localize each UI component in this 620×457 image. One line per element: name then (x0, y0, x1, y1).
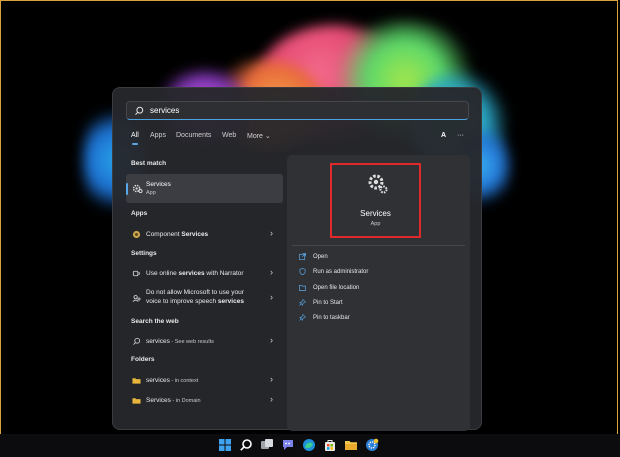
gear-icon (132, 184, 143, 194)
component-services-icon (132, 230, 141, 239)
app-result-component-services[interactable]: Component Services › (126, 228, 283, 241)
web-result-label: services - See web results (146, 338, 214, 345)
folder-result-label: Services - in Domain (146, 397, 201, 404)
setting-result-speech[interactable]: Do not allow Microsoft to use your voice… (126, 288, 283, 310)
gear-icon (368, 174, 388, 194)
chevron-right-icon: › (270, 292, 273, 302)
account-button[interactable]: A (441, 132, 446, 139)
folder-result-label: services - in context (146, 377, 199, 384)
settings-icon[interactable] (365, 438, 379, 452)
chevron-right-icon: › (270, 228, 273, 238)
app-result-label: Component Services (146, 231, 209, 238)
speech-privacy-icon (132, 295, 141, 302)
open-icon (299, 253, 306, 260)
setting-result-label-line2: voice to improve speech services (146, 298, 244, 305)
web-result[interactable]: services - See web results › (126, 335, 283, 348)
chevron-right-icon: › (270, 394, 273, 404)
pin-icon (299, 314, 306, 321)
search-icon (135, 106, 144, 115)
preview-type: App (370, 221, 381, 227)
folder-icon (132, 398, 141, 404)
tab-web[interactable]: Web (222, 132, 236, 139)
teams-chat-icon[interactable] (281, 438, 295, 452)
narrator-icon (132, 270, 140, 277)
folders-heading: Folders (131, 356, 155, 363)
setting-result-narrator[interactable]: Use online services with Narrator › (126, 267, 283, 280)
apps-heading: Apps (131, 210, 148, 217)
preview-pane: Services App Open Run as administrator O… (287, 155, 470, 431)
windows-start-icon[interactable] (218, 438, 232, 452)
start-search-panel: services All Apps Documents Web More ⌄ A… (112, 87, 482, 431)
filter-tabs: All Apps Documents Web More ⌄ A ··· (131, 132, 471, 146)
search-input[interactable]: services (150, 106, 179, 115)
best-match-type: App (146, 190, 156, 196)
chevron-right-icon: › (270, 374, 273, 384)
tab-apps[interactable]: Apps (150, 132, 166, 139)
tab-all[interactable]: All (131, 132, 139, 145)
tab-more[interactable]: More ⌄ (247, 132, 271, 140)
setting-result-label: Use online services with Narrator (146, 270, 244, 277)
task-view-icon[interactable] (260, 438, 274, 452)
best-match-item[interactable]: Services App (126, 174, 283, 203)
divider (292, 245, 465, 246)
best-match-heading: Best match (131, 160, 167, 167)
file-explorer-icon[interactable] (344, 438, 358, 452)
folder-icon (132, 378, 141, 384)
folder-result-domain[interactable]: Services - in Domain › (126, 394, 283, 407)
store-icon[interactable] (323, 438, 337, 452)
best-match-name: Services (146, 181, 171, 188)
search-box[interactable]: services (126, 101, 469, 120)
shield-icon (299, 268, 306, 275)
search-icon[interactable] (239, 438, 253, 452)
chevron-right-icon: › (270, 267, 273, 277)
edge-icon[interactable] (302, 438, 316, 452)
search-icon (133, 337, 141, 345)
folder-open-icon (299, 284, 306, 291)
more-options-button[interactable]: ··· (457, 132, 464, 139)
folder-result-context[interactable]: services - in context › (126, 374, 283, 387)
tab-documents[interactable]: Documents (176, 132, 211, 139)
settings-heading: Settings (131, 250, 157, 257)
search-web-heading: Search the web (131, 318, 179, 325)
preview-title: Services (360, 209, 391, 218)
chevron-right-icon: › (270, 335, 273, 345)
setting-result-label-line1: Do not allow Microsoft to use your (146, 289, 244, 296)
pin-icon (299, 299, 306, 306)
